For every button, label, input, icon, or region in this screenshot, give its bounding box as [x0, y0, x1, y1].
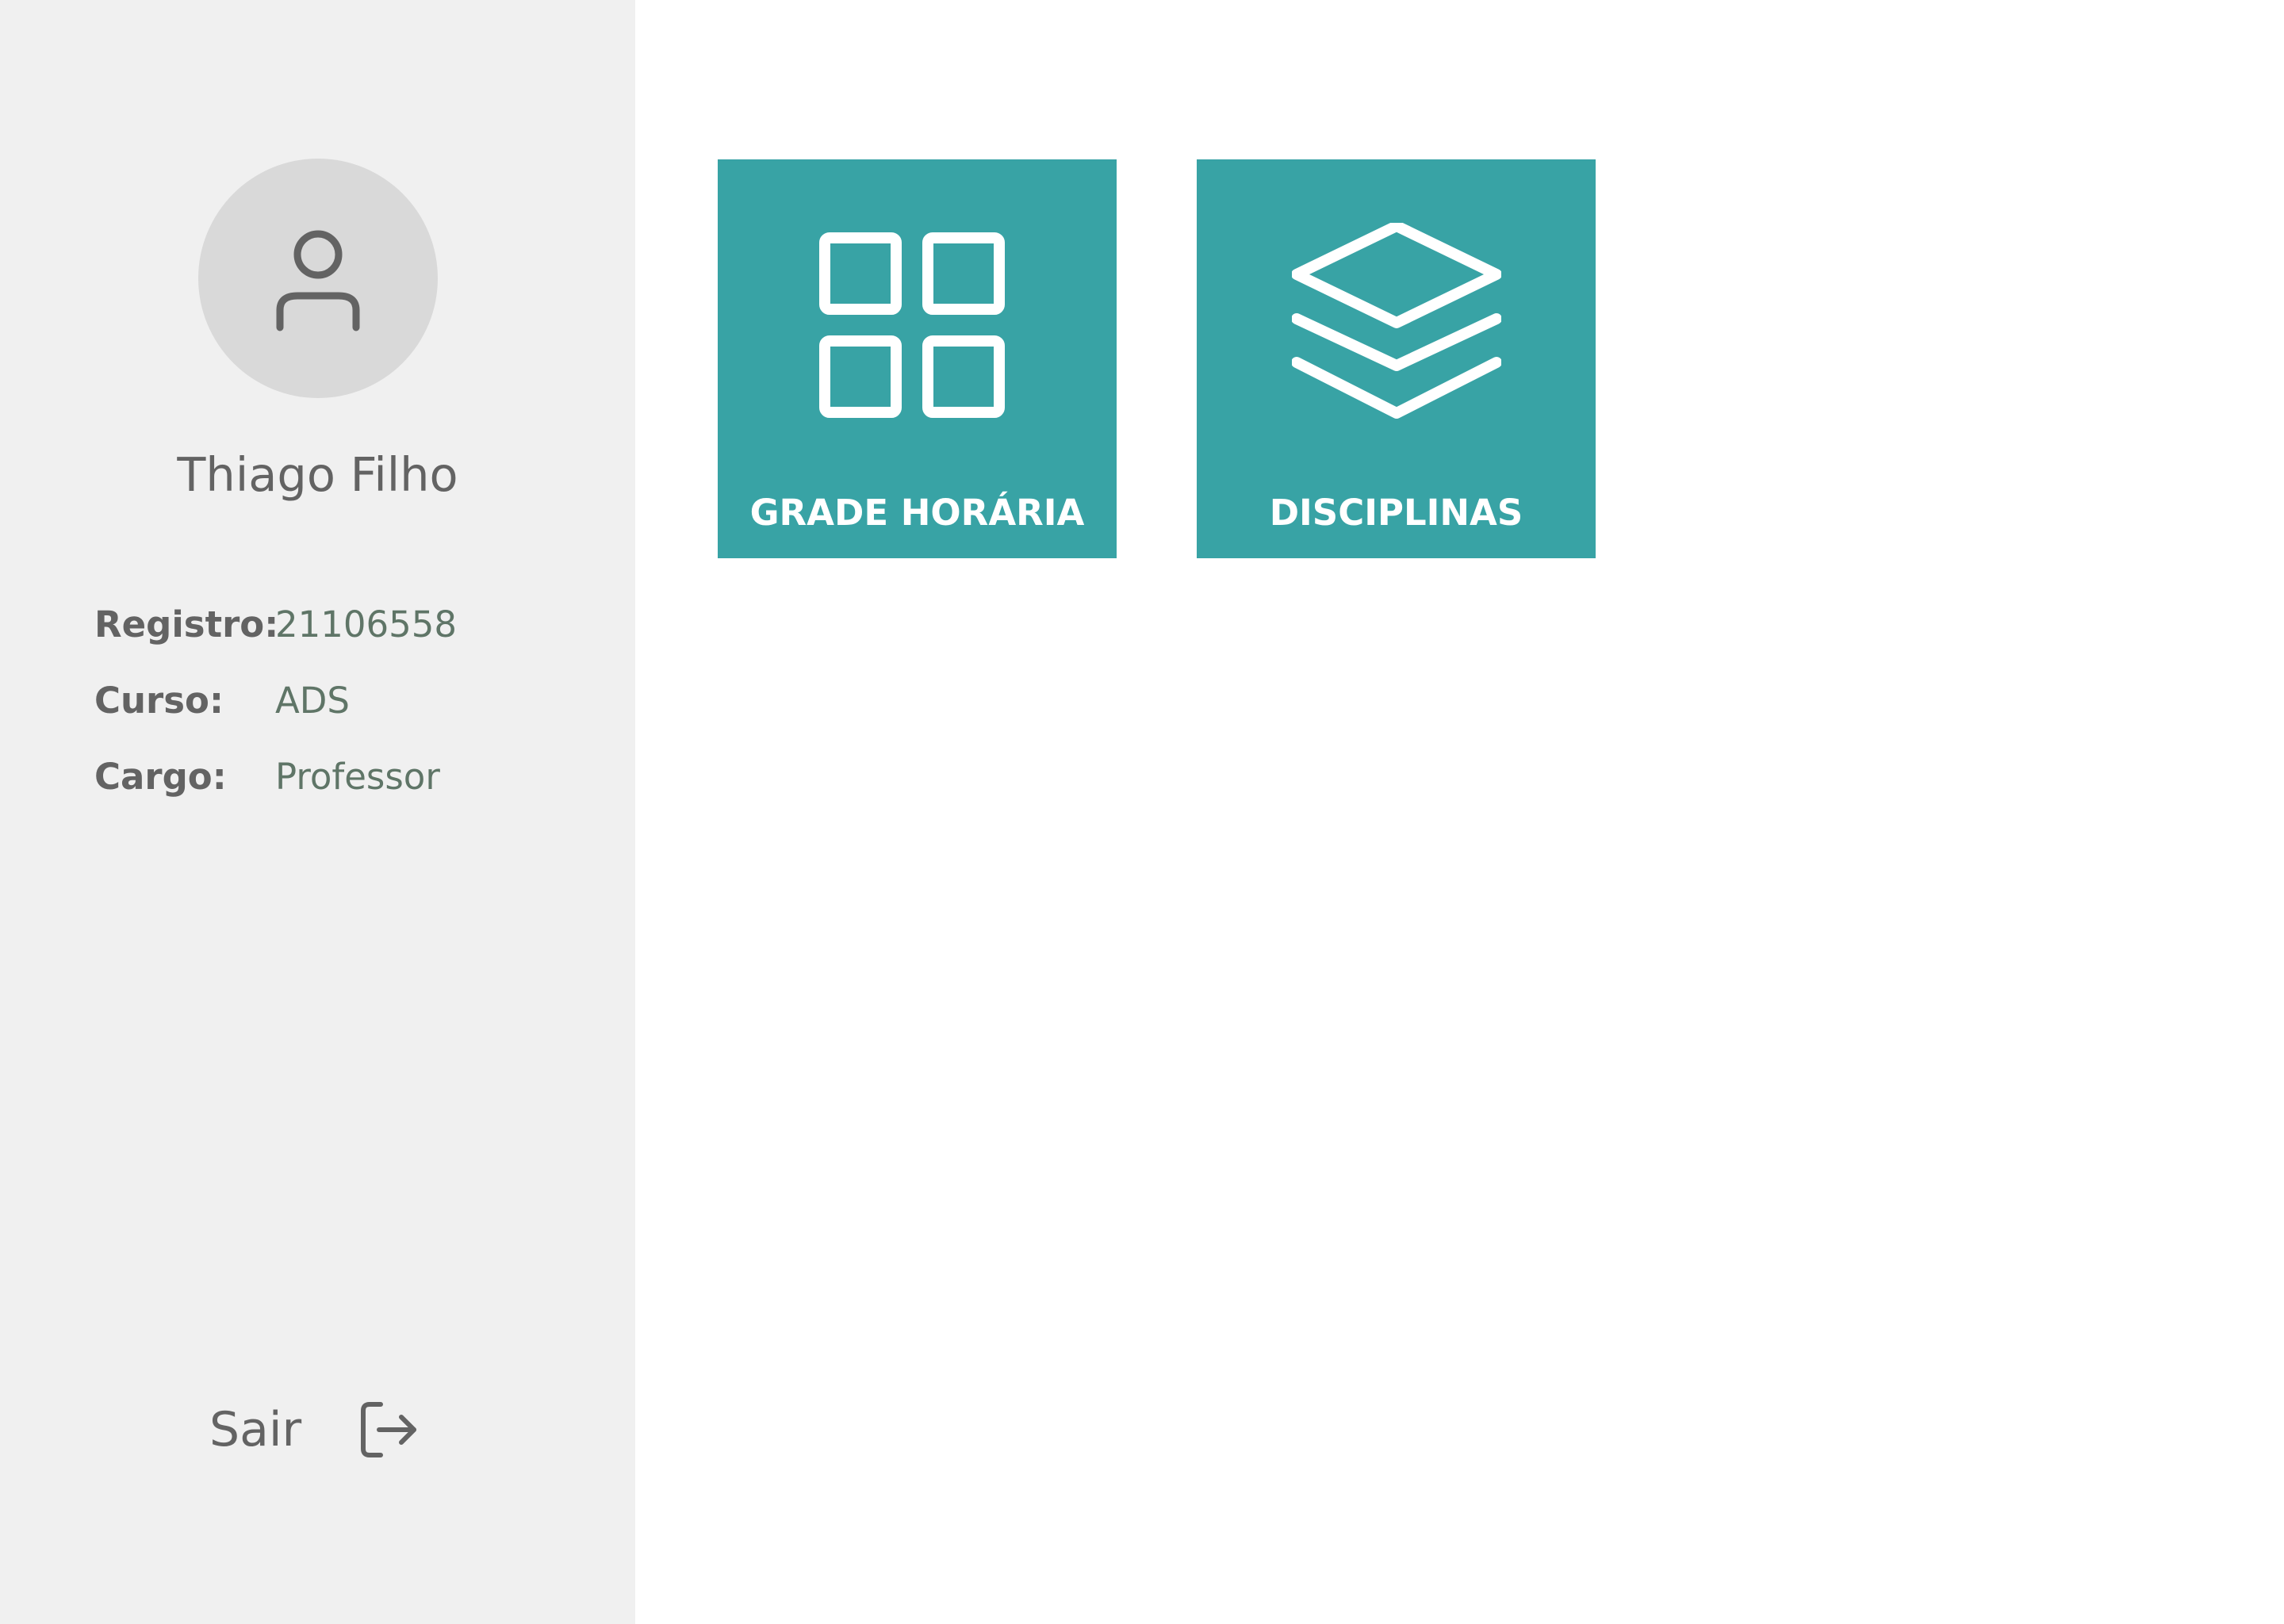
cargo-value: Professor	[275, 756, 440, 798]
logout-icon	[361, 1402, 417, 1457]
curso-label: Curso:	[94, 680, 224, 722]
registro-value: 21106558	[275, 603, 458, 645]
sidebar: Thiago Filho Registro: 21106558 Curso: A…	[0, 0, 635, 1624]
registro-label: Registro:	[94, 603, 279, 645]
layers-icon	[1292, 223, 1501, 419]
grade-horaria-label: GRADE HORÁRIA	[749, 492, 1085, 534]
user-icon	[276, 230, 360, 331]
cargo-label: Cargo:	[94, 756, 227, 798]
disciplinas-label: DISCIPLINAS	[1269, 492, 1523, 534]
logout-label: Sair	[209, 1402, 302, 1457]
disciplinas-tile[interactable]: DISCIPLINAS	[1197, 159, 1596, 558]
grid-icon	[819, 232, 1005, 418]
app-root: Thiago Filho Registro: 21106558 Curso: A…	[0, 0, 2284, 1624]
grade-horaria-tile[interactable]: GRADE HORÁRIA	[718, 159, 1117, 558]
logout-button[interactable]: Sair	[209, 1394, 420, 1465]
avatar	[198, 159, 438, 398]
curso-value: ADS	[275, 680, 350, 722]
user-name: Thiago Filho	[177, 447, 458, 502]
